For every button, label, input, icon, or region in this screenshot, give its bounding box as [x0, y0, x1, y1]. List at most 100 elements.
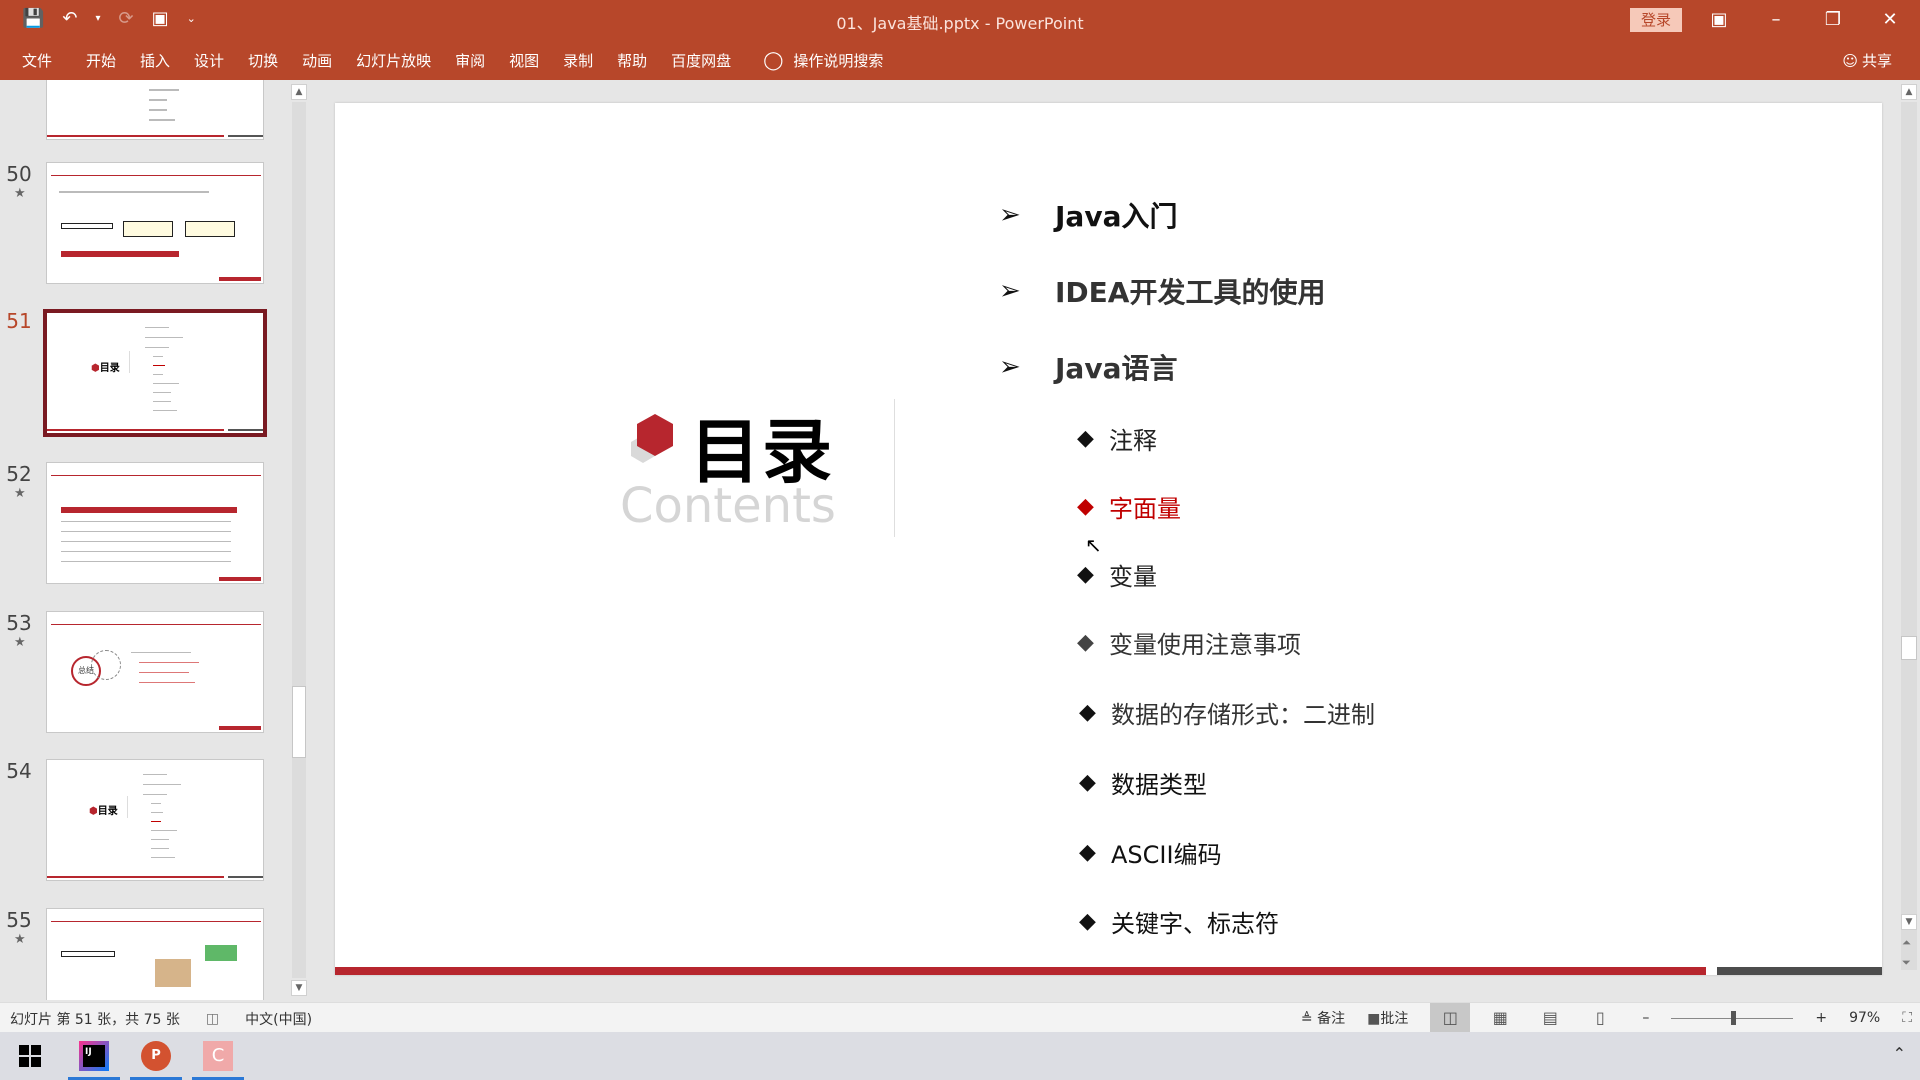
toc-subitem-label: 字面量: [1109, 495, 1181, 523]
share-button[interactable]: ☺ 共享: [1842, 50, 1892, 71]
restore-icon[interactable]: ❐: [1813, 6, 1853, 34]
thumbnail-item[interactable]: 54 ⬢目录: [0, 759, 290, 881]
mouse-cursor-icon: ↖: [1085, 533, 1102, 557]
intellij-icon: IJ: [79, 1041, 109, 1071]
diamond-bullet-icon: ◆: [1079, 770, 1096, 795]
slide-sorter-view-button[interactable]: ▦: [1480, 1003, 1520, 1033]
toc-subitem: ◆ 变量使用注意事项: [1077, 625, 1301, 660]
zoom-out-button[interactable]: –: [1642, 1010, 1649, 1026]
toc-subitem-label: ASCII编码: [1111, 841, 1222, 869]
zoom-slider[interactable]: [1671, 1003, 1794, 1033]
accessibility-check-icon[interactable]: ◫: [206, 1011, 219, 1027]
slide-canvas[interactable]: 目录 Contents ➢ Java入门 ➢ IDEA开发工具的使用 ➢ Jav…: [335, 103, 1882, 975]
tab-file[interactable]: 文件: [22, 50, 52, 71]
next-slide-icon[interactable]: ⏷: [1902, 956, 1911, 970]
diamond-bullet-icon: ◆: [1079, 840, 1096, 865]
reading-view-button[interactable]: ▤: [1530, 1003, 1570, 1033]
slide-thumbnail[interactable]: ⬢目录: [46, 759, 264, 881]
slide-thumbnail[interactable]: [46, 462, 264, 584]
slideshow-view-button[interactable]: ▯: [1580, 1003, 1620, 1033]
tab-transitions[interactable]: 切换: [248, 50, 278, 71]
slide-thumbnail[interactable]: [46, 162, 264, 284]
diamond-bullet-icon: ◆: [1079, 700, 1096, 725]
tab-home[interactable]: 开始: [86, 50, 116, 71]
thumbnail-item-selected[interactable]: 51 ⬢目录: [0, 309, 290, 437]
minimize-icon[interactable]: –: [1756, 6, 1796, 34]
scroll-up-icon[interactable]: ▲: [1901, 84, 1917, 100]
comments-button[interactable]: ■批注: [1367, 1008, 1408, 1028]
undo-icon[interactable]: ↶: [62, 8, 77, 30]
thumbnail-item[interactable]: 53 ★ 总结: [0, 611, 290, 733]
fit-to-window-icon[interactable]: ⛶: [1902, 1010, 1912, 1026]
thumbnail-item[interactable]: 55 ★: [0, 908, 290, 1000]
customize-qat-icon[interactable]: ⌄: [187, 8, 196, 30]
close-icon[interactable]: ✕: [1870, 6, 1910, 34]
login-button[interactable]: 登录: [1630, 8, 1682, 32]
tab-animations[interactable]: 动画: [302, 50, 332, 71]
notes-button[interactable]: ≜ 备注: [1301, 1008, 1345, 1028]
slide-thumbnail[interactable]: [46, 80, 264, 140]
redo-icon[interactable]: ⟳: [119, 8, 134, 30]
save-icon[interactable]: 💾: [22, 8, 44, 30]
tab-review[interactable]: 审阅: [455, 50, 485, 71]
status-bar: 幻灯片 第 51 张，共 75 张 ◫ 中文(中国) ≜ 备注 ■批注 ◫ ▦ …: [0, 1002, 1920, 1033]
tab-slideshow[interactable]: 幻灯片放映: [356, 50, 431, 71]
scroll-thumb[interactable]: [1901, 636, 1917, 660]
taskbar-recorder[interactable]: C: [192, 1032, 244, 1080]
tab-baidu-netdisk[interactable]: 百度网盘: [671, 50, 731, 71]
footer-gray-bar: [1717, 967, 1882, 975]
zoom-level[interactable]: 97%: [1849, 1010, 1880, 1026]
toc-subitem: ◆ 关键字、标志符: [1079, 904, 1279, 939]
ribbon: 文件 开始 插入 设计 切换 动画 幻灯片放映 审阅 视图 录制 帮助 百度网盘…: [0, 40, 1920, 80]
windows-start-button[interactable]: [4, 1032, 56, 1080]
toc-subitem-label: 数据的存储形式：二进制: [1111, 701, 1375, 729]
slide-thumbnail[interactable]: [46, 908, 264, 1000]
scroll-thumb[interactable]: [292, 686, 306, 758]
slide-thumbnail[interactable]: 总结: [46, 611, 264, 733]
slide-number: 52: [6, 462, 32, 486]
taskbar-powerpoint[interactable]: P: [130, 1032, 182, 1080]
thumbnail-pane-scrollbar[interactable]: ▲ ▼: [290, 80, 308, 1000]
previous-slide-icon[interactable]: ⏶: [1902, 936, 1911, 950]
toc-section: ➢ Java语言: [999, 347, 1177, 387]
zoom-knob[interactable]: [1731, 1011, 1737, 1025]
ribbon-display-options-icon[interactable]: ▣: [1699, 6, 1739, 34]
slide-number: 53: [6, 611, 32, 635]
arrow-bullet-icon: ➢: [999, 200, 1021, 230]
slide-scrollbar[interactable]: ▲ ▼ ⏶ ⏷: [1898, 80, 1920, 1000]
person-add-icon: ☺: [1842, 51, 1858, 70]
normal-view-button[interactable]: ◫: [1430, 1003, 1471, 1033]
powerpoint-icon: P: [141, 1041, 171, 1071]
zoom-in-button[interactable]: +: [1815, 1010, 1827, 1026]
diamond-bullet-icon: ◆: [1077, 494, 1094, 519]
tab-view[interactable]: 视图: [509, 50, 539, 71]
animation-star-icon: ★: [14, 635, 26, 650]
diamond-bullet-icon: ◆: [1079, 909, 1096, 934]
tab-insert[interactable]: 插入: [140, 50, 170, 71]
tab-record[interactable]: 录制: [563, 50, 593, 71]
show-hidden-icons-chevron-icon[interactable]: ⌃: [1893, 1044, 1906, 1063]
diamond-bullet-icon: ◆: [1077, 426, 1094, 451]
language-indicator[interactable]: 中文(中国): [245, 1009, 312, 1029]
toc-subitem-active: ◆ 字面量: [1077, 489, 1181, 524]
tab-design[interactable]: 设计: [194, 50, 224, 71]
thumbnail-item[interactable]: 52 ★: [0, 462, 290, 584]
toc-subitem: ◆ ASCII编码: [1079, 835, 1222, 870]
tab-help[interactable]: 帮助: [617, 50, 647, 71]
toc-section: ➢ Java入门: [999, 195, 1177, 235]
toc-subitem-label: 注释: [1109, 427, 1157, 455]
toc-subitem-label: 数据类型: [1111, 771, 1207, 799]
scroll-up-icon[interactable]: ▲: [291, 84, 307, 100]
taskbar-intellij[interactable]: IJ: [68, 1032, 120, 1080]
tell-me-search[interactable]: ◯ 操作说明搜索: [763, 50, 883, 71]
thumbnail-item[interactable]: 50 ★: [0, 162, 290, 284]
thumbnail-item[interactable]: [0, 80, 290, 140]
undo-dropdown-icon[interactable]: ▾: [96, 8, 101, 30]
slide-thumbnail-selected[interactable]: ⬢目录: [43, 309, 267, 437]
toc-subitem: ◆ 数据的存储形式：二进制: [1079, 695, 1375, 730]
scroll-down-icon[interactable]: ▼: [1901, 914, 1917, 930]
scroll-down-icon[interactable]: ▼: [291, 980, 307, 996]
toc-subitem-label: 变量使用注意事项: [1109, 631, 1301, 659]
present-from-start-icon[interactable]: ▣: [152, 8, 169, 30]
slide-number: 54: [6, 759, 32, 783]
